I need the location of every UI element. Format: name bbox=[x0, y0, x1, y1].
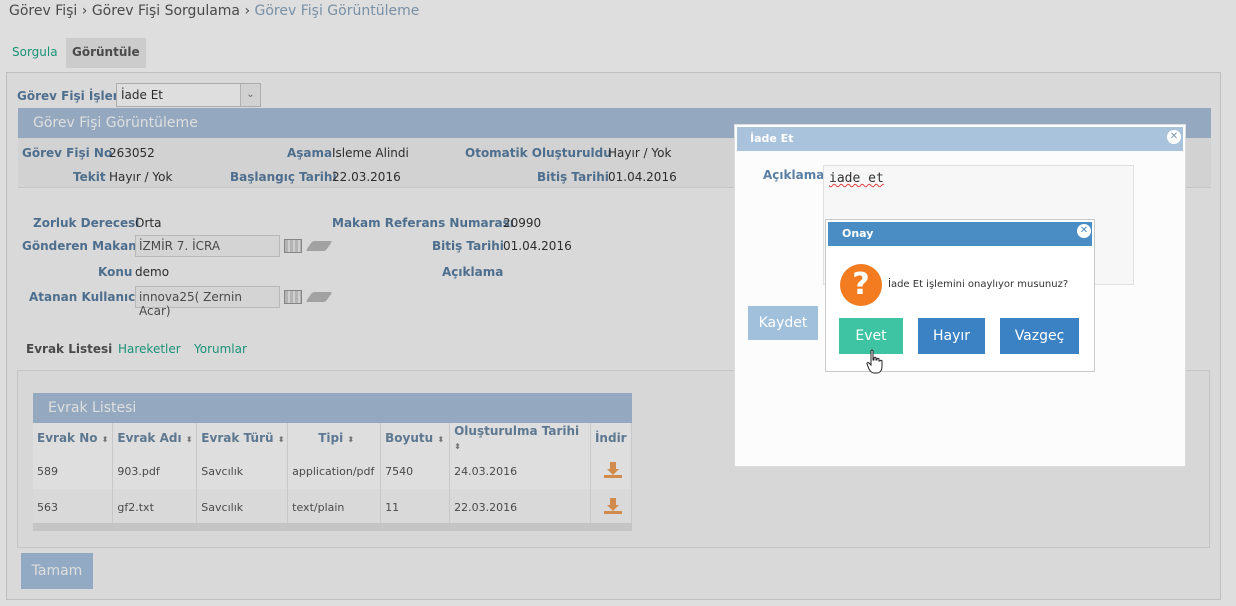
close-icon[interactable]: ✕ bbox=[1077, 224, 1091, 238]
question-icon: ? bbox=[840, 264, 882, 306]
iade-et-dialog-title: İade Et bbox=[737, 127, 1183, 151]
vazgec-button[interactable]: Vazgeç bbox=[1000, 318, 1079, 354]
onay-message: İade Et işlemini onaylıyor musunuz? bbox=[888, 279, 1069, 290]
iade-aciklama-label: Açıklama bbox=[763, 168, 825, 182]
close-icon[interactable]: ✕ bbox=[1167, 130, 1181, 144]
kaydet-button[interactable]: Kaydet bbox=[748, 306, 818, 340]
iade-aciklama-text: iade et bbox=[829, 171, 884, 186]
hand-cursor-icon bbox=[866, 349, 883, 374]
hayir-button[interactable]: Hayır bbox=[918, 318, 985, 354]
onay-dialog-title: Onay bbox=[828, 222, 1092, 246]
